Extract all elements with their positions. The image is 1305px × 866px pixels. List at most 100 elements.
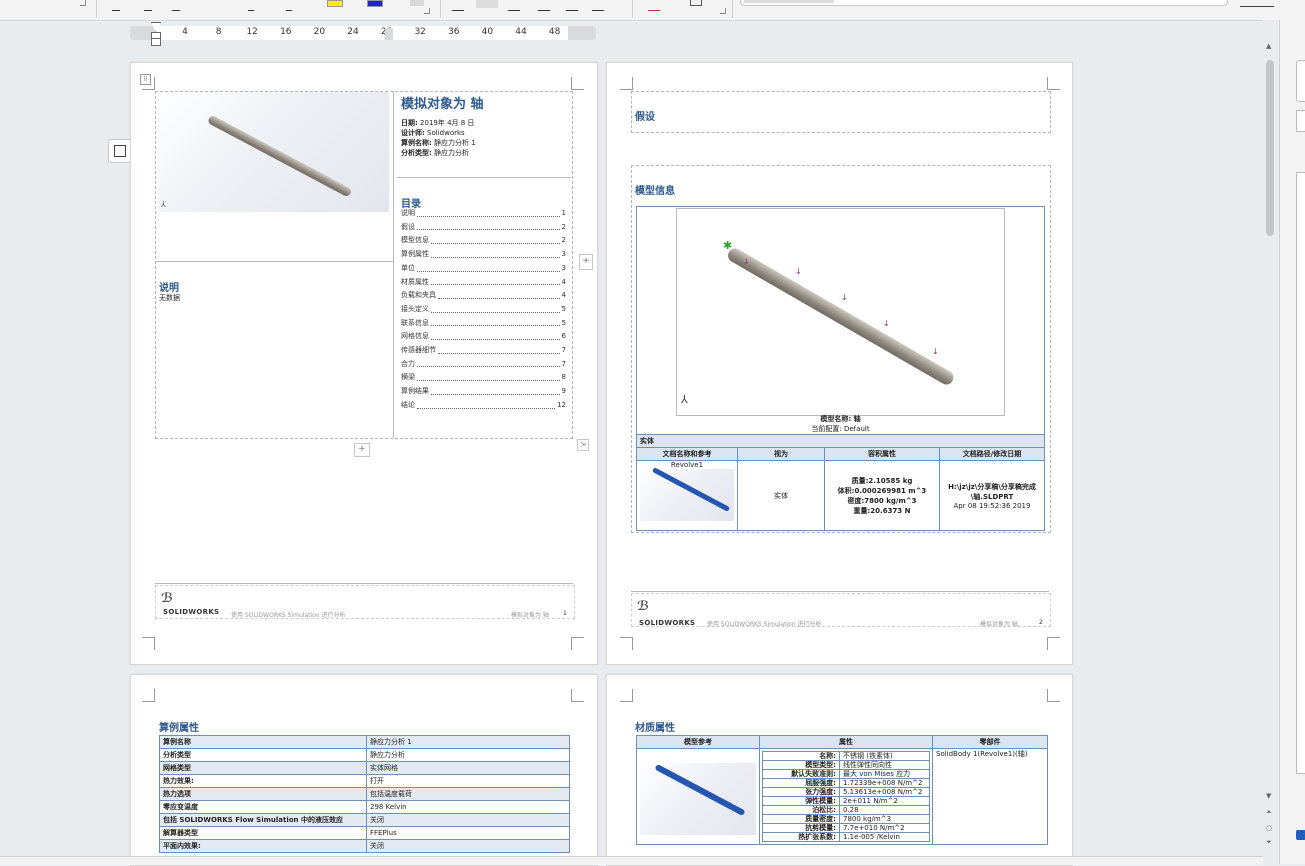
material-prop-value: 不锈钢 (铁素体) [839, 751, 930, 761]
scrollbar-thumb[interactable] [1266, 60, 1274, 236]
toc-leader [431, 330, 560, 341]
align-icon[interactable] [172, 0, 180, 11]
crop-mark [1047, 77, 1060, 90]
table-move-handle-icon[interactable]: ⠿ [140, 74, 151, 85]
dialog-launcher-icon[interactable] [720, 8, 726, 14]
material-heading: 材质属性 [635, 723, 675, 734]
horizontal-ruler[interactable]: 4812162024283236404448 [130, 22, 596, 46]
toc-entry[interactable]: 传感器细节 7 [401, 344, 566, 358]
solidworks-logo-icon: ℬ [161, 591, 174, 606]
path-line: \轴.SLDPRT [970, 492, 1014, 501]
pane-input[interactable] [1296, 60, 1305, 102]
toc-entry[interactable]: 联系信息 5 [401, 317, 566, 331]
toc-entry[interactable]: 网格信息 6 [401, 330, 566, 344]
assumptions-section [631, 91, 1051, 133]
study-prop-key: 零应变温度 [159, 800, 367, 814]
justify-icon[interactable] [538, 0, 550, 11]
pane-dropdown[interactable] [1296, 110, 1305, 132]
material-prop-key: 默认失败准则: [762, 769, 840, 779]
add-row-icon[interactable]: + [354, 443, 370, 457]
vertical-scrollbar[interactable]: ▲ ▼ ⏶ ○ ⏷ [1263, 20, 1279, 864]
toc-label: 传感器细节 [401, 346, 436, 355]
pane-checkbox[interactable] [1296, 830, 1305, 840]
study-prop-key: 包括 SOLIDWORKS Flow Simulation 中的液压效应 [159, 813, 367, 827]
column-marker[interactable] [385, 28, 393, 40]
toc-page: 4 [561, 277, 566, 286]
study-prop-key: 网格类型 [159, 761, 367, 775]
align-icon[interactable] [144, 0, 152, 11]
format-icon[interactable] [248, 0, 254, 11]
volumetric-prop: 重量:20.6373 N [853, 506, 911, 515]
meta-value: 静应力分析 1 [431, 139, 476, 147]
axis-triad-icon: ⅄ [161, 200, 166, 209]
toc-entry[interactable]: 假设 2 [401, 221, 566, 235]
align-center-icon[interactable] [476, 0, 498, 8]
load-arrow-icon: ↓ [743, 257, 750, 266]
previous-page-icon[interactable]: ⏶ [1266, 808, 1272, 817]
line-spacing-icon[interactable] [566, 0, 578, 11]
volumetric-prop: 体积:0.000269981 m^3 [837, 486, 927, 495]
toc-entry[interactable]: 模型信息 2 [401, 234, 566, 248]
toc-label: 假设 [401, 222, 415, 231]
dialog-launcher-icon[interactable] [80, 0, 86, 6]
material-prop-row: 弹性模量: 2e+011 N/m^2 [762, 796, 930, 806]
meta-label: 算例名称: [401, 139, 432, 147]
scroll-down-icon[interactable]: ▼ [1266, 792, 1271, 800]
table-row: 网格类型 实体网格 [159, 761, 570, 775]
toc-entry[interactable]: 结论 12 [401, 399, 566, 413]
ribbon-separator [96, 0, 97, 18]
study-props-heading: 算例属性 [159, 723, 199, 734]
toc-entry[interactable]: 材质属性 4 [401, 276, 566, 290]
toc-entry[interactable]: 合力 7 [401, 358, 566, 372]
border-icon[interactable] [690, 0, 702, 6]
meta-label: 设计师: [401, 129, 425, 137]
browse-object-icon[interactable]: ○ [1266, 824, 1272, 832]
toc-entry[interactable]: 接头定义 5 [401, 303, 566, 317]
model-ref-cell [636, 748, 760, 845]
toc-entry[interactable]: 算例结果 9 [401, 385, 566, 399]
ruler-tick: 16 [280, 27, 292, 37]
solid-label: 实体 [636, 434, 1045, 448]
scroll-up-icon[interactable]: ▲ [1266, 42, 1271, 50]
left-indent-marker[interactable] [151, 38, 161, 46]
cover-table-divider [397, 177, 571, 178]
style-selected[interactable] [744, 0, 834, 3]
align-icon[interactable] [112, 0, 120, 11]
table-header-cell: 文档路径/修改日期 [939, 447, 1045, 461]
crop-mark [142, 689, 155, 702]
dialog-launcher-icon[interactable] [424, 8, 430, 14]
add-column-icon[interactable]: + [579, 254, 593, 270]
pane-list[interactable] [1296, 172, 1305, 774]
material-prop-key: 质量密度: [762, 814, 840, 824]
toc-entry[interactable]: 算例属性 3 [401, 248, 566, 262]
meta-row: 分析类型: 静应力分析 [401, 148, 476, 158]
toc-entry[interactable]: 单位 3 [401, 262, 566, 276]
crop-mark [571, 689, 584, 702]
align-right-icon[interactable] [508, 0, 520, 11]
editing-icon[interactable] [1240, 0, 1274, 7]
study-prop-key: 算例名称 [159, 735, 367, 749]
toc-entry[interactable]: 横梁 8 [401, 371, 566, 385]
format-icon[interactable] [286, 0, 292, 11]
highlight-color-icon[interactable] [327, 0, 343, 7]
toc-entry[interactable]: 说明 1 [401, 207, 566, 221]
toc-page: 8 [561, 373, 566, 382]
toc-leader [417, 371, 560, 382]
toc-entry[interactable]: 负载和夹具 4 [401, 289, 566, 303]
toc-page: 7 [561, 359, 566, 368]
ruler-tick: 32 [414, 27, 426, 37]
next-page-icon[interactable]: ⏷ [1266, 838, 1272, 847]
layout-icon [114, 145, 126, 157]
study-prop-key: 热力效果: [159, 774, 367, 788]
sort-icon[interactable] [592, 0, 604, 11]
material-prop-value: 线性弹性同向性 [839, 760, 930, 770]
clear-format-icon[interactable] [648, 0, 660, 11]
align-left-icon[interactable] [452, 0, 464, 11]
font-color-icon[interactable] [367, 0, 383, 7]
table-resize-handle-icon[interactable]: ⇲ [577, 439, 589, 451]
toc-leader [417, 262, 560, 272]
toc-label: 算例结果 [401, 387, 429, 396]
dropdown-icon[interactable] [410, 0, 424, 6]
toc-page: 12 [557, 400, 566, 409]
body-shaft [654, 763, 746, 817]
